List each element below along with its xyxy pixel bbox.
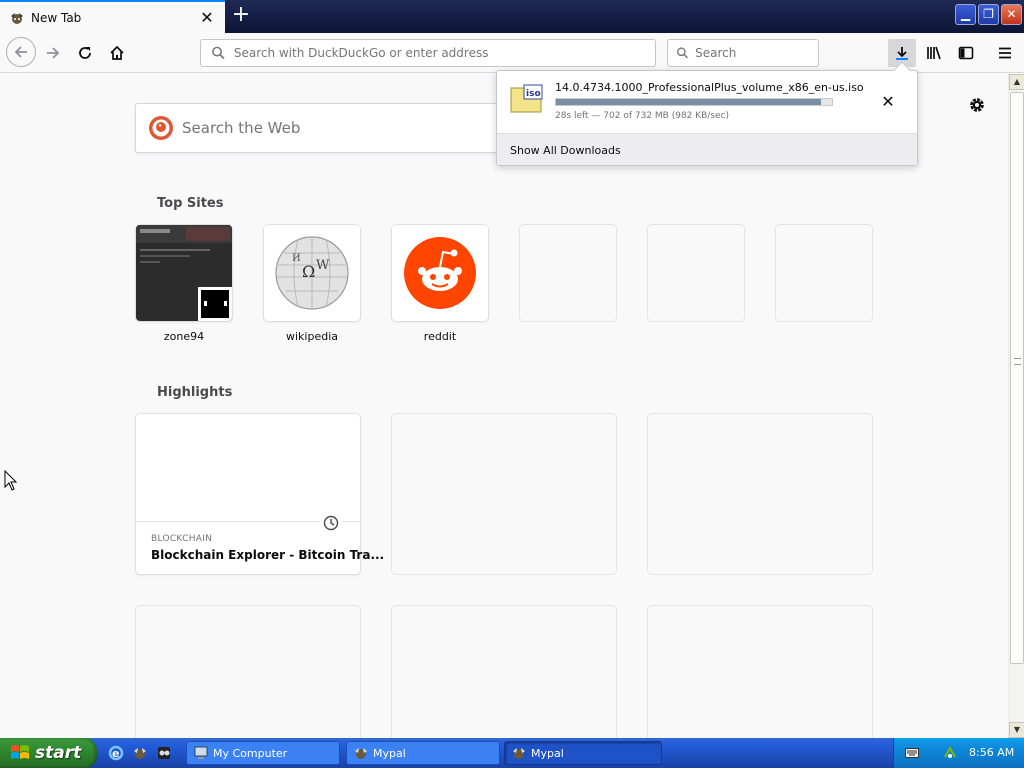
web-search-box[interactable] xyxy=(135,103,515,153)
highlight-context: BLOCKCHAIN xyxy=(151,534,213,544)
address-input[interactable] xyxy=(233,46,655,60)
download-progress-fill xyxy=(556,99,821,105)
address-bar[interactable] xyxy=(200,39,656,67)
empty-highlight-slot xyxy=(648,414,872,574)
mypal-icon xyxy=(11,12,23,24)
highlight-card[interactable]: BLOCKCHAIN Blockchain Explorer - Bitcoin… xyxy=(136,414,384,574)
forward-button[interactable] xyxy=(39,39,67,67)
download-icon xyxy=(896,47,908,60)
show-all-downloads-button[interactable]: Show All Downloads xyxy=(510,144,621,157)
empty-top-site-slot xyxy=(520,225,616,321)
svg-text:И: И xyxy=(292,253,301,264)
arrow-right-icon xyxy=(47,47,60,59)
file-type-badge: iso xyxy=(526,89,541,99)
zone94-thumbnail xyxy=(136,225,232,321)
empty-top-site-slot xyxy=(648,225,744,321)
sidebar-icon xyxy=(958,46,974,60)
download-status: 28s left — 702 of 732 MB (982 KB/sec) xyxy=(555,111,730,121)
scroll-up-button[interactable]: ▲ xyxy=(1009,74,1024,90)
search-icon xyxy=(676,47,688,59)
search-bar[interactable] xyxy=(667,39,819,67)
highlights-heading: Highlights xyxy=(157,385,233,400)
menu-button[interactable] xyxy=(991,39,1019,67)
scroll-thumb[interactable] xyxy=(1010,92,1024,664)
minimize-button[interactable]: ▁ xyxy=(955,4,976,25)
close-tab-icon[interactable]: ✕ xyxy=(199,9,215,26)
sidebar-button[interactable] xyxy=(952,39,980,67)
wikipedia-globe-icon: Ω W И xyxy=(264,225,360,321)
tab-strip: New Tab ✕ + ▁ ❐ ✕ xyxy=(0,0,1024,33)
start-label: start xyxy=(35,743,82,763)
top-site-label[interactable]: zone94 xyxy=(136,330,232,343)
clock: 8:56 AM xyxy=(969,746,1015,759)
vertical-scrollbar[interactable]: ▲ ▼ xyxy=(1008,74,1024,738)
mypal-icon[interactable] xyxy=(132,745,148,761)
cancel-download-icon[interactable]: ✕ xyxy=(879,93,897,111)
windows-flag-icon xyxy=(11,745,29,759)
top-site-tile[interactable] xyxy=(136,225,232,321)
reload-icon xyxy=(79,47,91,59)
downloads-panel: iso 14.0.4734.1000_ProfessionalPlus_volu… xyxy=(496,61,918,166)
media-player-icon[interactable] xyxy=(156,745,172,761)
top-sites-heading: Top Sites xyxy=(157,196,224,211)
back-button[interactable] xyxy=(6,37,36,67)
duckduckgo-icon xyxy=(149,116,173,140)
taskbar: start e My Computer Mypal Mypal 8:56 AM xyxy=(0,738,1024,768)
tab-new-tab[interactable]: New Tab ✕ xyxy=(0,0,225,33)
keyboard-icon[interactable] xyxy=(905,747,919,759)
internet-explorer-icon[interactable]: e xyxy=(108,745,124,761)
taskbar-item-mypal[interactable]: Mypal xyxy=(346,741,500,765)
system-tray: 8:56 AM xyxy=(893,738,1024,768)
empty-top-site-slot xyxy=(776,225,872,321)
window-close-button[interactable]: ✕ xyxy=(1001,4,1022,25)
downloads-panel-footer[interactable]: Show All Downloads xyxy=(497,133,917,165)
computer-icon xyxy=(194,746,208,759)
task-label: Mypal xyxy=(373,746,406,760)
empty-highlight-slot xyxy=(392,414,616,574)
arrow-left-icon xyxy=(14,46,27,58)
top-site-label[interactable]: reddit xyxy=(392,330,488,343)
hamburger-menu-icon xyxy=(999,47,1011,59)
tab-title: New Tab xyxy=(31,10,82,25)
mypal-icon xyxy=(513,748,525,759)
clock-icon xyxy=(320,512,342,534)
top-site-label[interactable]: wikipedia xyxy=(264,330,360,343)
start-button[interactable]: start xyxy=(0,738,97,768)
home-button[interactable] xyxy=(103,39,131,67)
task-label: My Computer xyxy=(213,746,288,760)
reload-button[interactable] xyxy=(71,39,99,67)
top-site-tile[interactable] xyxy=(392,225,488,321)
scroll-down-button[interactable]: ▼ xyxy=(1009,722,1024,738)
iso-file-icon: iso xyxy=(510,84,543,113)
top-site-tile[interactable]: Ω W И xyxy=(264,225,360,321)
new-tab-button[interactable]: + xyxy=(229,4,253,28)
restore-button[interactable]: ❐ xyxy=(978,4,999,25)
scroll-grip xyxy=(1014,358,1021,365)
reddit-icon xyxy=(392,225,488,321)
taskbar-item-mypal-active[interactable]: Mypal xyxy=(504,741,662,765)
mypal-icon xyxy=(355,748,367,759)
highlight-title: Blockchain Explorer - Bitcoin Tra... xyxy=(151,548,385,562)
library-icon xyxy=(927,46,941,60)
search-input[interactable] xyxy=(695,46,818,60)
search-icon xyxy=(212,46,225,60)
web-search-input[interactable] xyxy=(182,119,482,137)
settings-gear-icon[interactable] xyxy=(966,94,988,116)
svg-text:Ω: Ω xyxy=(302,262,315,281)
svg-text:e: e xyxy=(112,747,119,760)
download-progress-bar xyxy=(555,98,833,106)
download-filename: 14.0.4734.1000_ProfessionalPlus_volume_x… xyxy=(555,81,864,94)
svg-text:W: W xyxy=(316,258,330,273)
library-button[interactable] xyxy=(920,39,948,67)
task-label: Mypal xyxy=(531,746,564,760)
home-icon xyxy=(110,45,124,60)
taskbar-item-my-computer[interactable]: My Computer xyxy=(186,741,340,765)
mouse-pointer-icon xyxy=(4,470,18,491)
network-icon[interactable] xyxy=(942,745,958,761)
navigation-toolbar xyxy=(0,33,1024,73)
